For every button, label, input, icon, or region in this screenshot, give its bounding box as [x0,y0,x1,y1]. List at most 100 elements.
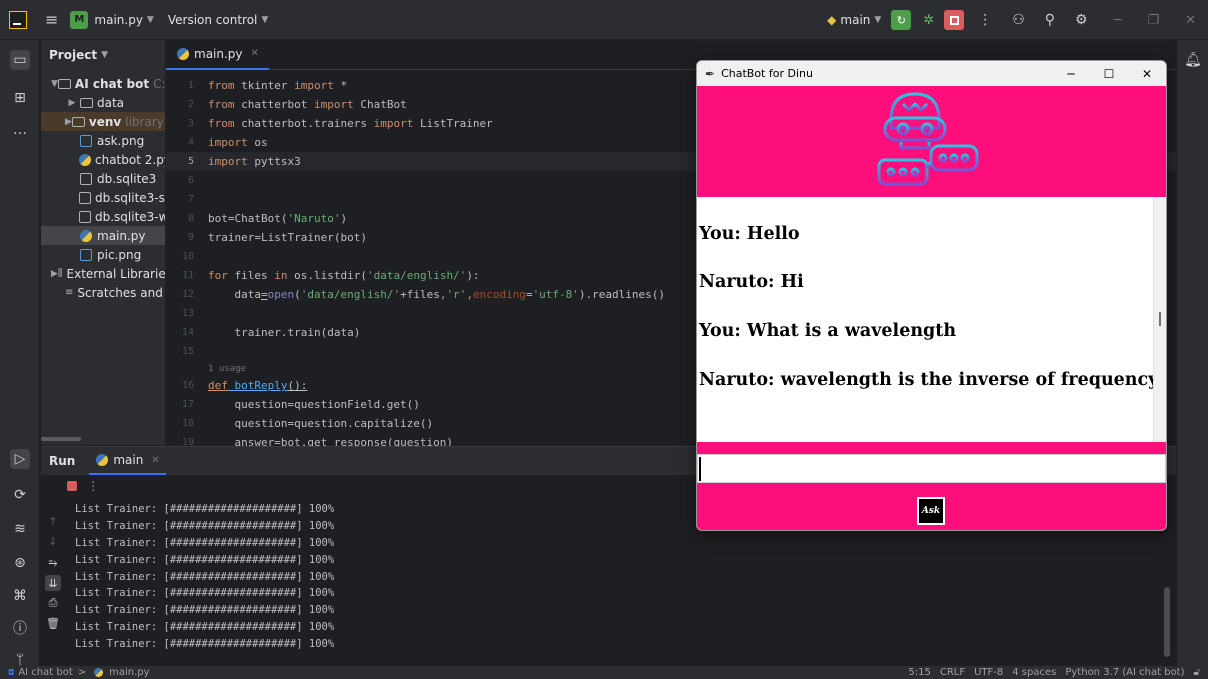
project-switcher[interactable]: main.py ▼ [94,13,153,27]
tree-item-label: chatbot 2.py [95,152,165,167]
ask-button[interactable]: Ask [917,497,945,525]
line-number: 14 [181,327,194,338]
search-icon[interactable]: ⚲ [1045,12,1055,28]
run-config-selector[interactable]: ◆ main ▼ [827,13,881,27]
chat-message: You: What is a wavelength [699,321,957,341]
close-icon[interactable]: ✕ [1185,13,1196,28]
minimize-icon[interactable]: ─ [1114,13,1122,28]
project-name: main.py [94,12,143,27]
project-panel-header[interactable]: Project ▼ [41,40,165,70]
code-token: ListTrainer [413,117,493,130]
tab-main-py[interactable]: main.py ✕ [166,40,269,70]
tree-item-label: AI chat bot [74,76,150,91]
close-tab-icon[interactable]: ✕ [151,455,159,466]
chat-message: Naruto: wavelength is the inverse of fre… [699,370,1163,390]
stop-icon[interactable] [67,481,78,491]
indent-setting[interactable]: 4 spaces [1012,667,1056,678]
chatbot-title-bar[interactable]: ✒ ChatBot for Dinu ─ ☐ ✕ [697,61,1166,86]
tree-item-label: db.sqlite3 [97,171,157,186]
tree-item-root[interactable]: ▼ AI chat bot C:\ [41,74,165,93]
more-actions-icon[interactable]: ⋮ [87,479,99,493]
project-horizontal-scrollbar[interactable] [41,437,81,441]
breadcrumb-file[interactable]: main.py [109,667,149,678]
trash-icon[interactable]: 🗑︎ [45,615,61,631]
code-token: , [466,288,473,301]
settings-gear-icon[interactable]: ⚙ [1075,12,1088,28]
rerun-button[interactable]: ↻ [891,10,912,30]
tree-item-db-wal[interactable]: db.sqlite3-wa [41,207,165,226]
arrow-up-icon[interactable]: ↑ [45,513,61,529]
run-tool-icon[interactable]: ▷ [10,449,30,469]
tree-item-db-sqlite3[interactable]: db.sqlite3 [41,169,165,188]
close-icon[interactable]: ✕ [1128,67,1166,81]
tree-item-main-py[interactable]: main.py [41,226,165,245]
notifications-bell-icon[interactable]: 🔔︎ [1183,50,1203,70]
add-user-icon[interactable]: ⚇ [1012,12,1025,28]
tree-item-label: ask.png [97,133,145,148]
code-token: chatterbot [234,98,314,111]
line-number: 5 [187,156,194,167]
debug-icon[interactable]: ✲ [923,13,934,28]
robot-chat-logo-icon [877,92,979,186]
chatbot-window-title: ChatBot for Dinu [721,67,813,80]
console-output[interactable]: List Trainer: [####################] 100… [75,501,334,652]
lock-icon[interactable]: 🔓︎ [1194,667,1200,678]
tree-item-path: C:\ [153,76,165,91]
chat-message: You: Hello [699,224,800,244]
chevron-down-icon: ▼ [51,78,58,89]
maximize-icon[interactable]: ☐ [1090,67,1128,81]
python-packages-icon[interactable]: ⟳ [10,485,30,505]
chat-scrollbar-thumb[interactable] [1159,312,1161,326]
module-icon: ◘ [8,668,15,677]
terminal-icon[interactable]: ⌘ [10,586,30,606]
tk-feather-icon: ✒ [705,66,716,81]
tree-item-data[interactable]: ▶ data [41,93,165,112]
project-tool-icon[interactable]: ▭ [10,50,30,70]
file-encoding[interactable]: UTF-8 [974,667,1003,678]
database-file-icon [79,191,91,204]
restore-icon[interactable]: ❐ [1147,13,1159,28]
services-icon[interactable]: ⊛ [10,553,30,573]
run-tab-main[interactable]: main ✕ [89,447,166,475]
layers-icon[interactable]: ≋ [10,519,30,539]
breadcrumb-root[interactable]: AI chat bot [18,667,72,678]
python-interpreter[interactable]: Python 3.7 (AI chat bot) [1065,667,1184,678]
scroll-to-end-icon[interactable]: ⇊ [45,575,61,591]
tree-item-venv[interactable]: ▶ venv library r [41,112,165,131]
more-tools-icon[interactable]: … [10,120,30,140]
chat-transcript[interactable]: You: Hello Naruto: Hi You: What is a wav… [697,197,1166,442]
chat-scrollbar[interactable] [1153,197,1166,442]
tab-label: main.py [194,46,243,61]
folder-icon [57,78,71,90]
problems-icon[interactable]: ⓘ [10,618,30,638]
project-badge[interactable]: M [70,10,89,29]
code-token: 'Naruto' [287,212,341,225]
code-token: = [525,288,533,301]
main-menu-icon[interactable]: ≡ [45,10,58,29]
arrow-down-icon[interactable]: ↓ [45,533,61,549]
tree-item-scratches[interactable]: ≡ Scratches and C [41,283,165,302]
structure-tool-icon[interactable]: ⊞ [10,88,30,108]
tree-item-ask-png[interactable]: ask.png [41,131,165,150]
minimize-icon[interactable]: ─ [1052,67,1090,81]
more-actions-icon[interactable]: ⋮ [978,12,992,28]
caret-position[interactable]: 5:15 [908,667,930,678]
tree-item-chatbot2-py[interactable]: chatbot 2.py [41,150,165,169]
code-token: ).readlines() [578,288,666,301]
stop-button[interactable] [944,10,965,30]
console-scrollbar[interactable] [1164,587,1170,657]
line-separator[interactable]: CRLF [940,667,965,678]
code-token: ( [294,288,301,301]
vcs-menu[interactable]: Version control ▼ [168,13,268,27]
pycharm-logo-icon[interactable] [9,10,27,29]
ide-title-bar: ≡ M main.py ▼ Version control ▼ ◆ main ▼… [0,0,1208,40]
soft-wrap-icon[interactable]: ⥱ [45,555,61,571]
tree-item-pic-png[interactable]: pic.png [41,245,165,264]
print-icon[interactable]: ⎙ [45,595,61,611]
python-file-icon: ◆ [827,13,837,27]
question-input-field[interactable] [697,454,1166,483]
tree-item-db-shm[interactable]: db.sqlite3-shi [41,188,165,207]
close-tab-icon[interactable]: ✕ [251,48,259,59]
code-token: ): [466,269,480,282]
tree-item-external-libraries[interactable]: ▶ ⫼ External Libraries [41,264,165,283]
